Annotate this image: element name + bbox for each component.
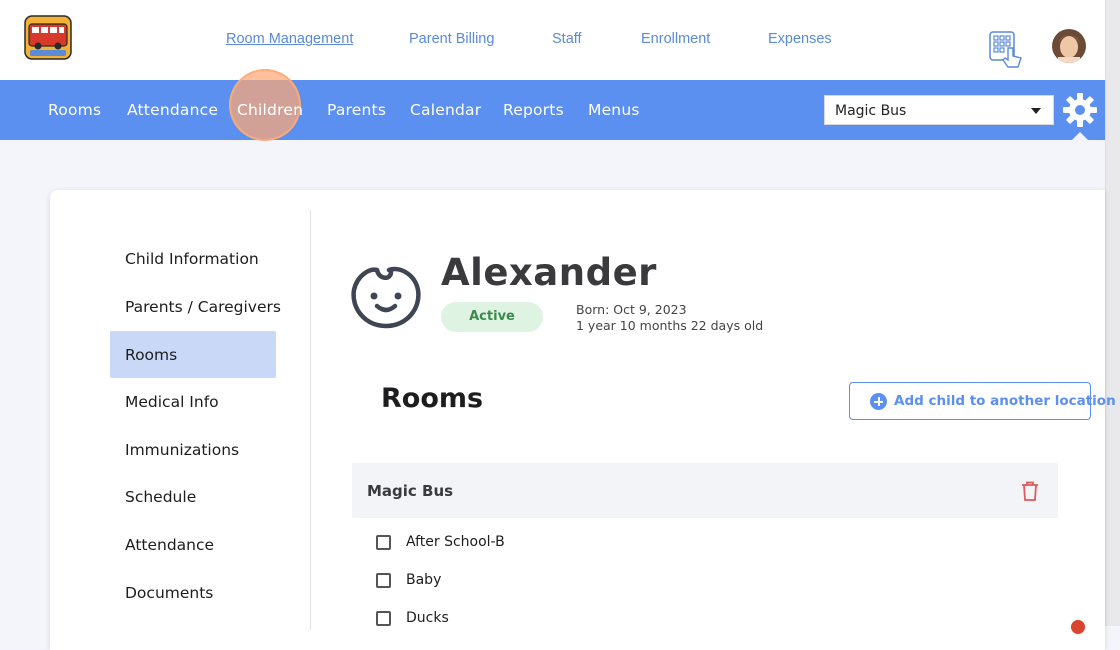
add-child-to-location-label: Add child to another location <box>894 393 1116 409</box>
sidebar-item-parents-caregivers[interactable]: Parents / Caregivers <box>125 298 281 316</box>
child-age: 1 year 10 months 22 days old <box>576 318 764 333</box>
add-child-to-location-button[interactable]: Add child to another location <box>849 382 1116 420</box>
nav-menus[interactable]: Menus <box>588 101 640 119</box>
location-select[interactable]: Magic Bus <box>824 95 1054 125</box>
top-nav-staff[interactable]: Staff <box>552 31 582 47</box>
room-checkbox[interactable] <box>376 535 391 550</box>
top-nav-room-management[interactable]: Room Management <box>226 31 353 47</box>
status-badge: Active <box>441 302 543 332</box>
room-label: Ducks <box>406 610 449 626</box>
room-checkbox[interactable] <box>376 611 391 626</box>
location-select-value: Magic Bus <box>835 103 907 119</box>
location-group-name: Magic Bus <box>367 482 454 500</box>
top-bar: Room Management Parent Billing Staff Enr… <box>0 0 1105 80</box>
location-group-header: Magic Bus <box>352 463 1058 518</box>
notification-badge[interactable] <box>1071 620 1085 634</box>
room-label: After School-B <box>406 534 505 550</box>
sidebar-item-child-information[interactable]: Child Information <box>125 250 259 268</box>
magic-bus-logo[interactable] <box>24 15 72 60</box>
top-nav-expenses[interactable]: Expenses <box>768 31 832 47</box>
rooms-section-title: Rooms <box>381 383 484 414</box>
sidebar-item-rooms[interactable]: Rooms <box>125 346 177 364</box>
user-avatar[interactable] <box>1052 29 1086 63</box>
trash-icon[interactable] <box>1020 480 1040 502</box>
nav-reports[interactable]: Reports <box>503 101 564 119</box>
sidebar-item-documents[interactable]: Documents <box>125 584 213 602</box>
gear-menu-pointer <box>1071 132 1089 141</box>
plus-circle-icon <box>870 393 887 410</box>
chevron-down-icon <box>1031 108 1041 114</box>
room-checkbox[interactable] <box>376 573 391 588</box>
top-nav-parent-billing[interactable]: Parent Billing <box>409 31 494 47</box>
page-scrollbar[interactable] <box>1105 0 1120 626</box>
child-birth-info: Born: Oct 9, 2023 1 year 10 months 22 da… <box>576 302 763 334</box>
child-name-heading: Alexander <box>441 251 657 294</box>
top-nav-enrollment[interactable]: Enrollment <box>641 31 710 47</box>
nav-rooms[interactable]: Rooms <box>48 101 101 119</box>
nav-attendance[interactable]: Attendance <box>127 101 218 119</box>
sidebar-item-schedule[interactable]: Schedule <box>125 488 196 506</box>
sidebar-item-medical-info[interactable]: Medical Info <box>125 393 219 411</box>
sidebar-item-attendance[interactable]: Attendance <box>125 536 214 554</box>
gear-icon[interactable] <box>1062 92 1098 128</box>
kiosk-keypad-icon[interactable] <box>988 30 1024 70</box>
sidebar-item-immunizations[interactable]: Immunizations <box>125 441 239 459</box>
nav-children-label-overlay[interactable]: Children <box>237 101 303 119</box>
sidebar-divider <box>310 210 311 630</box>
baby-face-icon <box>351 266 421 329</box>
nav-calendar[interactable]: Calendar <box>410 101 481 119</box>
nav-parents[interactable]: Parents <box>327 101 386 119</box>
room-label: Baby <box>406 572 442 588</box>
born-date: Born: Oct 9, 2023 <box>576 302 687 317</box>
